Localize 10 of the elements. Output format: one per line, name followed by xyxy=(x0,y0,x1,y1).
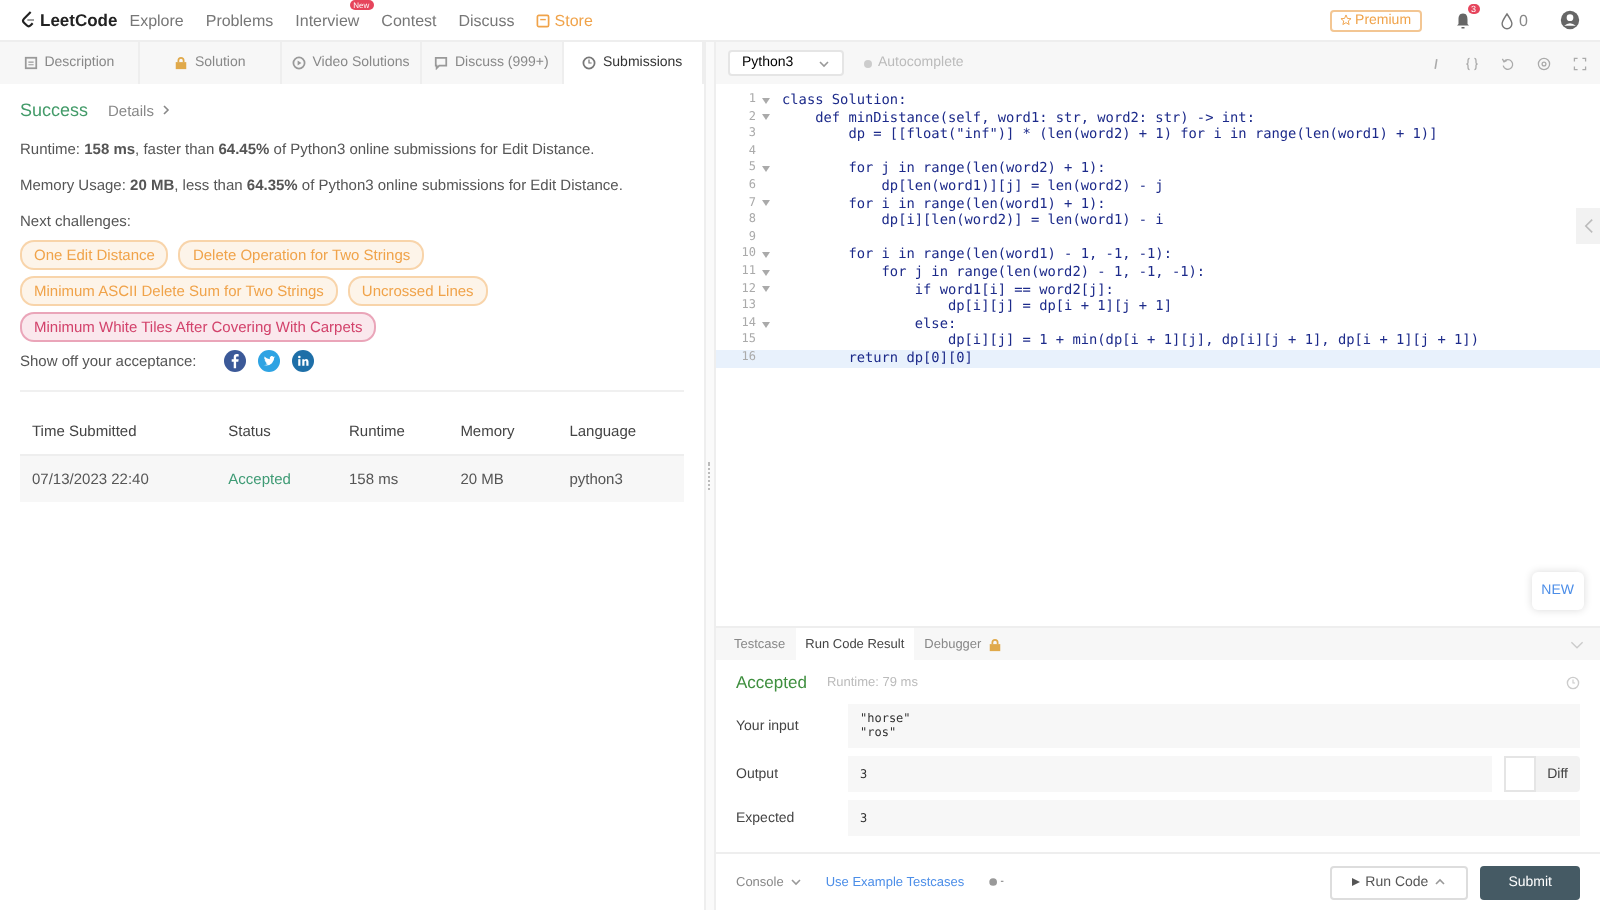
nav-link[interactable]: Discuss xyxy=(458,11,515,29)
run-status: Accepted xyxy=(736,672,807,692)
nav-link[interactable]: Store xyxy=(536,11,593,29)
result-status: Success xyxy=(20,100,89,120)
points-count: 0 xyxy=(1519,11,1528,29)
nav-link[interactable]: Explore xyxy=(129,11,184,29)
nav-link[interactable]: Contest xyxy=(381,11,437,29)
nav-link[interactable]: Interview xyxy=(295,11,360,29)
nav-link[interactable]: Problems xyxy=(205,11,274,29)
logo-text[interactable]: LeetCode xyxy=(40,10,118,30)
